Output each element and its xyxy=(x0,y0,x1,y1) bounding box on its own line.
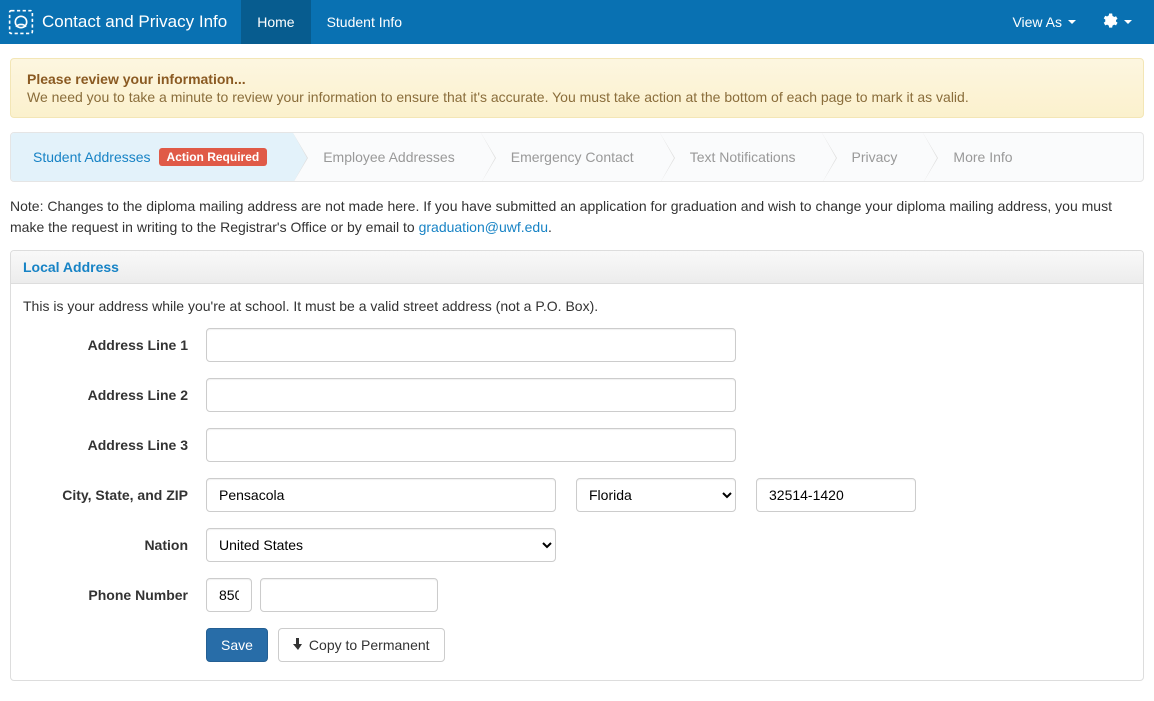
step-label: Emergency Contact xyxy=(511,149,634,165)
step-label: Privacy xyxy=(852,149,898,165)
caret-down-icon xyxy=(1068,20,1076,24)
step-student-addresses[interactable]: Student Addresses Action Required xyxy=(11,133,293,181)
app-title: Contact and Privacy Info xyxy=(42,12,227,32)
step-label: Text Notifications xyxy=(690,149,796,165)
action-required-badge: Action Required xyxy=(159,148,268,166)
step-label: Student Addresses xyxy=(33,149,151,165)
alert-body: We need you to take a minute to review y… xyxy=(27,89,969,105)
nav-student-info[interactable]: Student Info xyxy=(311,0,419,44)
label-address-line-2: Address Line 2 xyxy=(21,387,206,403)
app-brand: Contact and Privacy Info xyxy=(0,0,241,44)
label-phone: Phone Number xyxy=(21,587,206,603)
panel-description: This is your address while you're at sch… xyxy=(23,298,1133,314)
row-nation: Nation United States xyxy=(21,528,1133,562)
address-line-2-input[interactable] xyxy=(206,378,736,412)
graduation-email-link[interactable]: graduation@uwf.edu xyxy=(419,219,548,235)
alert-title: Please review your information... xyxy=(27,71,1127,87)
top-navbar: Contact and Privacy Info Home Student In… xyxy=(0,0,1154,44)
nav-student-info-label: Student Info xyxy=(327,14,403,30)
navbar-right: View As xyxy=(1000,0,1154,44)
address-line-3-input[interactable] xyxy=(206,428,736,462)
caret-down-icon xyxy=(1124,20,1132,24)
state-select[interactable]: Florida xyxy=(576,478,736,512)
copy-to-permanent-button[interactable]: Copy to Permanent xyxy=(278,628,445,662)
arrow-down-icon xyxy=(293,637,303,653)
step-label: Employee Addresses xyxy=(323,149,455,165)
panel-heading: Local Address xyxy=(11,251,1143,284)
city-input[interactable] xyxy=(206,478,556,512)
step-label: More Info xyxy=(953,149,1012,165)
row-city-state-zip: City, State, and ZIP Florida xyxy=(21,478,1133,512)
row-phone: Phone Number xyxy=(21,578,1133,612)
address-line-1-input[interactable] xyxy=(206,328,736,362)
label-address-line-3: Address Line 3 xyxy=(21,437,206,453)
note-text-after: . xyxy=(548,219,552,235)
label-nation: Nation xyxy=(21,537,206,553)
label-address-line-1: Address Line 1 xyxy=(21,337,206,353)
save-button-label: Save xyxy=(221,637,253,653)
step-emergency-contact[interactable]: Emergency Contact xyxy=(481,133,660,181)
step-privacy[interactable]: Privacy xyxy=(822,133,924,181)
phone-area-input[interactable] xyxy=(206,578,252,612)
nav-home[interactable]: Home xyxy=(241,0,310,44)
step-text-notifications[interactable]: Text Notifications xyxy=(660,133,822,181)
gear-icon xyxy=(1100,12,1118,33)
step-employee-addresses[interactable]: Employee Addresses xyxy=(293,133,481,181)
step-more-info[interactable]: More Info xyxy=(923,133,1038,181)
page-body: Please review your information... We nee… xyxy=(0,44,1154,701)
brand-icon xyxy=(8,9,34,35)
label-city-state-zip: City, State, and ZIP xyxy=(21,487,206,503)
zip-input[interactable] xyxy=(756,478,916,512)
review-info-alert: Please review your information... We nee… xyxy=(10,58,1144,118)
row-address-line-3: Address Line 3 xyxy=(21,428,1133,462)
phone-number-input[interactable] xyxy=(260,578,438,612)
navbar-left: Contact and Privacy Info Home Student In… xyxy=(0,0,1000,44)
row-address-line-2: Address Line 2 xyxy=(21,378,1133,412)
nation-select[interactable]: United States xyxy=(206,528,556,562)
wizard-steps: Student Addresses Action Required Employ… xyxy=(10,132,1144,182)
save-button[interactable]: Save xyxy=(206,628,268,662)
copy-button-label: Copy to Permanent xyxy=(309,637,430,653)
diploma-note: Note: Changes to the diploma mailing add… xyxy=(10,196,1144,238)
note-text-before: Note: Changes to the diploma mailing add… xyxy=(10,198,1112,235)
settings-menu[interactable] xyxy=(1088,0,1144,44)
button-row: Save Copy to Permanent xyxy=(206,628,1133,662)
panel-body: This is your address while you're at sch… xyxy=(11,284,1143,680)
nav-home-label: Home xyxy=(257,14,294,30)
row-address-line-1: Address Line 1 xyxy=(21,328,1133,362)
view-as-dropdown[interactable]: View As xyxy=(1000,0,1088,44)
view-as-label: View As xyxy=(1012,14,1062,30)
local-address-panel: Local Address This is your address while… xyxy=(10,250,1144,681)
